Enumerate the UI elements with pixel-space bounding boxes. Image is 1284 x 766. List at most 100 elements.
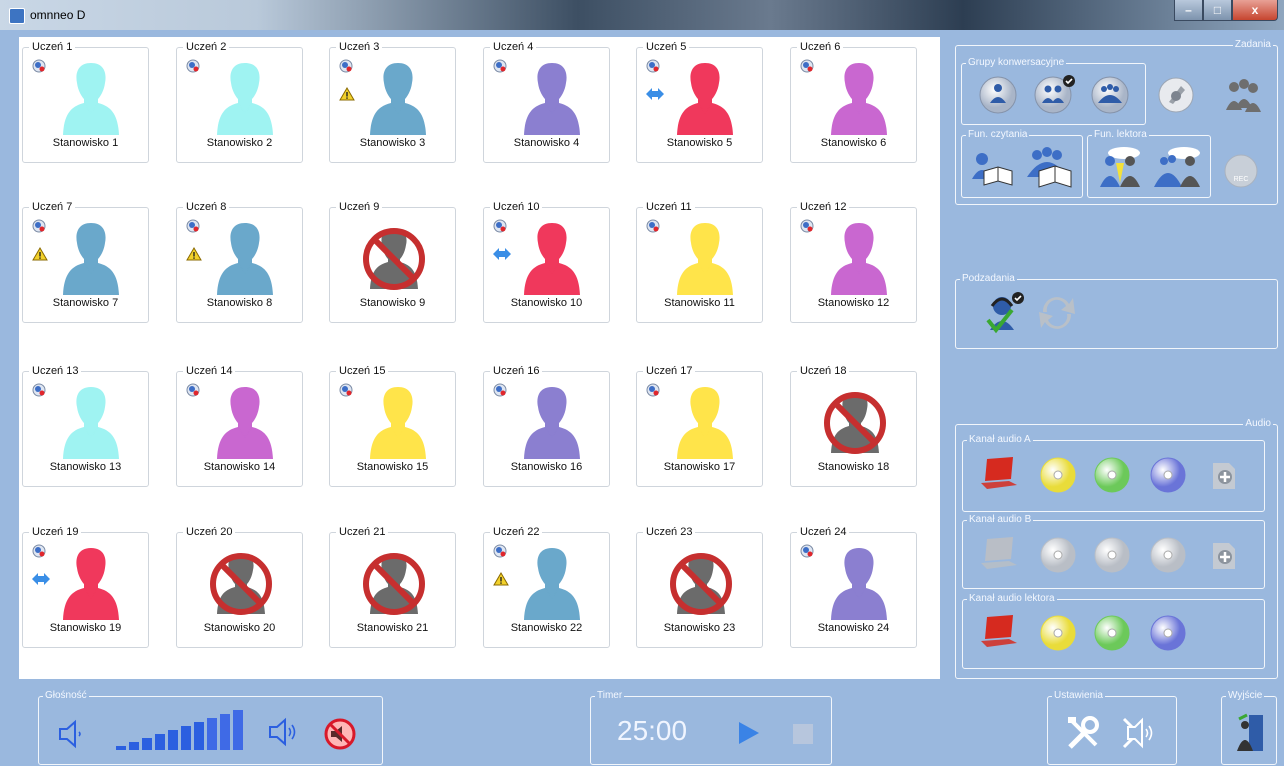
cd-blue-icon[interactable]	[1148, 613, 1188, 653]
volume-down-icon[interactable]	[57, 718, 87, 750]
volume-bar[interactable]	[116, 746, 126, 750]
student-card[interactable]: Uczeń 1 Stanowisko 1	[22, 41, 149, 163]
microphone-icon[interactable]	[493, 544, 507, 558]
sound-settings-icon[interactable]	[1120, 713, 1162, 753]
student-card[interactable]: Uczeń 15 Stanowisko 15	[329, 365, 456, 487]
volume-bar[interactable]	[194, 722, 204, 750]
microphone-icon[interactable]	[32, 383, 46, 397]
student-card[interactable]: Uczeń 24 Stanowisko 24	[790, 526, 917, 648]
play-button[interactable]	[735, 720, 761, 746]
volume-bar[interactable]	[142, 738, 152, 750]
student-card[interactable]: Uczeń 5 Stanowisko 5	[636, 41, 763, 163]
microphone-icon[interactable]	[186, 59, 200, 73]
student-card[interactable]: Uczeń 21 Stanowisko 21	[329, 526, 456, 648]
laptop-icon[interactable]	[979, 455, 1019, 495]
student-card[interactable]: Uczeń 17 Stanowisko 17	[636, 365, 763, 487]
student-card[interactable]: Uczeń 20 Stanowisko 20	[176, 526, 303, 648]
microphone-icon[interactable]	[32, 59, 46, 73]
student-card[interactable]: Uczeń 19 Stanowisko 19	[22, 526, 149, 648]
group-all-button[interactable]	[1088, 73, 1132, 117]
volume-bar[interactable]	[168, 730, 178, 750]
student-label: Uczeń 15	[339, 365, 386, 377]
student-label: Uczeń 3	[339, 41, 380, 53]
student-card[interactable]: Uczeń 11 Stanowisko 11	[636, 201, 763, 323]
cd-blue-icon[interactable]	[1148, 455, 1188, 495]
grupy-konwersacyjne-label: Grupy konwersacyjne	[966, 57, 1067, 68]
student-card[interactable]: Uczeń 2 Stanowisko 2	[176, 41, 303, 163]
student-card[interactable]: Uczeń 6 Stanowisko 6	[790, 41, 917, 163]
student-card[interactable]: Uczeń 4 Stanowisko 4	[483, 41, 610, 163]
add-source-icon[interactable]	[1203, 535, 1243, 575]
microphone-icon[interactable]	[339, 59, 353, 73]
microphone-icon[interactable]	[800, 544, 814, 558]
student-card[interactable]: Uczeń 14 Stanowisko 14	[176, 365, 303, 487]
add-source-icon[interactable]	[1203, 455, 1243, 495]
mute-icon[interactable]	[322, 716, 358, 752]
student-card[interactable]: Uczeń 8 Stanowisko 8	[176, 201, 303, 323]
microphone-icon[interactable]	[646, 383, 660, 397]
volume-bar[interactable]	[155, 734, 165, 750]
volume-bar[interactable]	[181, 726, 191, 750]
headset-check-button[interactable]	[982, 290, 1028, 336]
cd-green-icon[interactable]	[1092, 613, 1132, 653]
volume-bar[interactable]	[233, 710, 243, 750]
maximize-button[interactable]: □	[1203, 0, 1232, 21]
cd-icon[interactable]	[1148, 535, 1188, 575]
volume-bar[interactable]	[220, 714, 230, 750]
lektor-single-button[interactable]	[1094, 143, 1146, 193]
student-card[interactable]: Uczeń 12 Stanowisko 12	[790, 201, 917, 323]
group-triple-button[interactable]	[1031, 73, 1079, 117]
rec-label: REC	[1234, 176, 1249, 183]
lektor-group-button[interactable]	[1152, 143, 1204, 193]
cd-icon[interactable]	[1038, 535, 1078, 575]
student-card[interactable]: Uczeń 18 Stanowisko 18	[790, 365, 917, 487]
laptop-icon[interactable]	[979, 613, 1019, 653]
student-card[interactable]: Uczeń 23 Stanowisko 23	[636, 526, 763, 648]
student-card[interactable]: Uczeń 7 Stanowisko 7	[22, 201, 149, 323]
group-pair-button[interactable]	[976, 73, 1020, 117]
microphone-icon[interactable]	[32, 544, 46, 558]
student-card[interactable]: Uczeń 22 Stanowisko 22	[483, 526, 610, 648]
student-card[interactable]: Uczeń 16 Stanowisko 16	[483, 365, 610, 487]
microphone-icon[interactable]	[339, 383, 353, 397]
volume-up-icon[interactable]	[267, 714, 303, 750]
refresh-icon[interactable]	[1035, 292, 1079, 334]
microphone-icon[interactable]	[646, 59, 660, 73]
student-label: Uczeń 7	[32, 201, 73, 213]
microphone-icon[interactable]	[800, 219, 814, 233]
group-disabled-button[interactable]	[1155, 74, 1197, 116]
microphone-icon[interactable]	[186, 219, 200, 233]
volume-level-bars[interactable]	[116, 708, 256, 752]
student-card[interactable]: Uczeń 3 Stanowisko 3	[329, 41, 456, 163]
reading-group-button[interactable]	[1023, 143, 1077, 193]
station-label: Stanowisko 13	[49, 461, 122, 473]
microphone-icon[interactable]	[186, 383, 200, 397]
minimize-button[interactable]: –	[1174, 0, 1203, 21]
cd-yellow-icon[interactable]	[1038, 455, 1078, 495]
microphone-icon[interactable]	[800, 59, 814, 73]
microphone-icon[interactable]	[493, 219, 507, 233]
zadania-label: Zadania	[1232, 39, 1273, 50]
microphone-icon[interactable]	[32, 219, 46, 233]
group-people-button[interactable]	[1220, 74, 1266, 116]
stop-button[interactable]	[790, 721, 816, 747]
connection-arrow-icon	[492, 247, 512, 261]
cd-green-icon[interactable]	[1092, 455, 1132, 495]
microphone-icon[interactable]	[493, 59, 507, 73]
laptop-icon[interactable]	[979, 535, 1019, 575]
close-button[interactable]: x	[1232, 0, 1278, 21]
volume-bar[interactable]	[207, 718, 217, 750]
cd-icon[interactable]	[1092, 535, 1132, 575]
microphone-icon[interactable]	[493, 383, 507, 397]
rec-button[interactable]: REC	[1222, 152, 1260, 190]
tools-icon[interactable]	[1064, 713, 1104, 753]
student-card[interactable]: Uczeń 13 Stanowisko 13	[22, 365, 149, 487]
volume-bar[interactable]	[129, 742, 139, 750]
reading-single-button[interactable]	[966, 145, 1016, 191]
microphone-icon[interactable]	[646, 219, 660, 233]
student-label: Uczeń 4	[493, 41, 534, 53]
student-card[interactable]: Uczeń 10 Stanowisko 10	[483, 201, 610, 323]
cd-yellow-icon[interactable]	[1038, 613, 1078, 653]
student-card[interactable]: Uczeń 9 Stanowisko 9	[329, 201, 456, 323]
exit-door-icon[interactable]	[1233, 711, 1269, 755]
